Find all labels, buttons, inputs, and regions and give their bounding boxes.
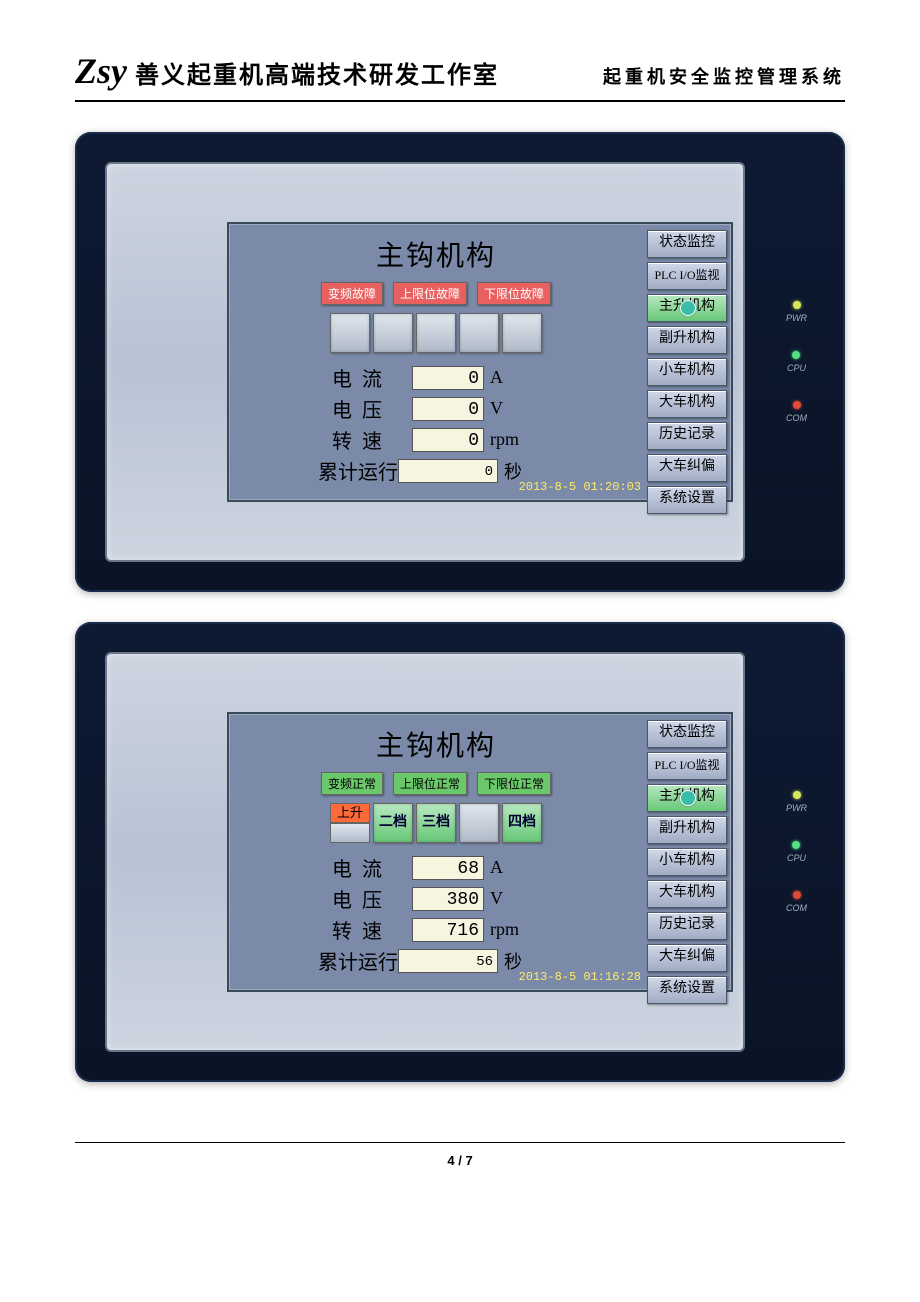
led-com-label: COM xyxy=(786,903,807,913)
screen: 主钩机构 变频正常 上限位正常 下限位正常 上升 二档 三档 xyxy=(227,712,733,992)
gear-5[interactable] xyxy=(502,313,542,353)
btn-cart[interactable]: 大车机构 xyxy=(647,880,727,908)
current-label: 电流 xyxy=(332,853,412,882)
btn-trolley[interactable]: 小车机构 xyxy=(647,848,727,876)
led-panel: PWR CPU COM xyxy=(786,791,807,913)
runtime-label: 累计运行 xyxy=(318,456,398,485)
system-name: 起重机安全监控管理系统 xyxy=(603,63,845,89)
btn-settings[interactable]: 系统设置 xyxy=(647,486,727,514)
voltage-unit: V xyxy=(484,888,540,909)
page-sep: / xyxy=(458,1153,462,1168)
voltage-label: 电压 xyxy=(332,884,412,913)
panel-title: 主钩机构 xyxy=(249,724,623,764)
gear-4[interactable]: 四档 xyxy=(502,803,542,843)
speed-label: 转速 xyxy=(332,425,412,454)
led-panel: PWR CPU COM xyxy=(786,301,807,423)
btn-cart-correction[interactable]: 大车纠偏 xyxy=(647,944,727,972)
screen: 主钩机构 变频故障 上限位故障 下限位故障 xyxy=(227,222,733,502)
alert-vfd-ok: 变频正常 xyxy=(321,772,383,795)
alert-lower-limit-fault: 下限位故障 xyxy=(477,282,551,305)
led-cpu-icon xyxy=(792,841,800,849)
speed-value: 0 xyxy=(412,428,484,452)
speed-label: 转速 xyxy=(332,915,412,944)
gear-1[interactable] xyxy=(330,313,370,353)
current-value: 68 xyxy=(412,856,484,880)
btn-history[interactable]: 历史记录 xyxy=(647,912,727,940)
studio-name: 善义起重机高端技术研发工作室 xyxy=(135,55,499,90)
btn-plc-io[interactable]: PLC I/O监视 xyxy=(647,262,727,290)
gear-4[interactable] xyxy=(459,313,499,353)
runtime-value: 56 xyxy=(398,949,498,973)
btn-status-monitor[interactable]: 状态监控 xyxy=(647,720,727,748)
hmi-device-1: 主钩机构 变频故障 上限位故障 下限位故障 xyxy=(75,132,845,592)
speed-value: 716 xyxy=(412,918,484,942)
voltage-value: 380 xyxy=(412,887,484,911)
btn-status-monitor[interactable]: 状态监控 xyxy=(647,230,727,258)
timestamp: 2013-8-5 01:16:28 xyxy=(519,970,641,984)
alert-upper-limit-fault: 上限位故障 xyxy=(393,282,467,305)
voltage-unit: V xyxy=(484,398,540,419)
led-com-label: COM xyxy=(786,413,807,423)
btn-main-hoist[interactable]: 主升机构 xyxy=(647,784,727,812)
btn-main-hoist[interactable]: 主升机构 xyxy=(647,294,727,322)
hmi-device-2: 主钩机构 变频正常 上限位正常 下限位正常 上升 二档 三档 xyxy=(75,622,845,1082)
voltage-value: 0 xyxy=(412,397,484,421)
page-total: 7 xyxy=(465,1153,472,1168)
page-current: 4 xyxy=(447,1153,454,1168)
runtime-value: 0 xyxy=(398,459,498,483)
readings-block: 电流 0 A 电压 0 V 转速 0 rpm xyxy=(249,363,623,485)
voltage-label: 电压 xyxy=(332,394,412,423)
logo: Zsy xyxy=(75,50,127,92)
current-label: 电流 xyxy=(332,363,412,392)
gear-3[interactable] xyxy=(416,313,456,353)
bezel: 主钩机构 变频故障 上限位故障 下限位故障 xyxy=(105,162,745,562)
gear-row xyxy=(249,313,623,353)
led-pwr-label: PWR xyxy=(786,803,807,813)
led-cpu-label: CPU xyxy=(787,853,806,863)
alert-row: 变频正常 上限位正常 下限位正常 xyxy=(249,772,623,795)
readings-block: 电流 68 A 电压 380 V 转速 716 rpm xyxy=(249,853,623,975)
btn-settings[interactable]: 系统设置 xyxy=(647,976,727,1004)
gear-3[interactable]: 三档 xyxy=(416,803,456,843)
side-menu: 状态监控 PLC I/O监视 主升机构 副升机构 小车机构 大车机构 历史记录 … xyxy=(647,230,727,514)
alert-row: 变频故障 上限位故障 下限位故障 xyxy=(249,282,623,305)
gear-2[interactable]: 二档 xyxy=(373,803,413,843)
btn-trolley[interactable]: 小车机构 xyxy=(647,358,727,386)
current-unit: A xyxy=(484,857,540,878)
led-cpu-label: CPU xyxy=(787,363,806,373)
side-menu: 状态监控 PLC I/O监视 主升机构 副升机构 小车机构 大车机构 历史记录 … xyxy=(647,720,727,1004)
alert-upper-limit-ok: 上限位正常 xyxy=(393,772,467,795)
led-pwr-label: PWR xyxy=(786,313,807,323)
btn-cart[interactable]: 大车机构 xyxy=(647,390,727,418)
led-cpu-icon xyxy=(792,351,800,359)
alert-vfd-fault: 变频故障 xyxy=(321,282,383,305)
current-unit: A xyxy=(484,367,540,388)
bezel: 主钩机构 变频正常 上限位正常 下限位正常 上升 二档 三档 xyxy=(105,652,745,1052)
btn-cart-correction[interactable]: 大车纠偏 xyxy=(647,454,727,482)
runtime-label: 累计运行 xyxy=(318,946,398,975)
timestamp: 2013-8-5 01:20:03 xyxy=(519,480,641,494)
gear-row: 上升 二档 三档 四档 xyxy=(249,803,623,843)
btn-aux-hoist[interactable]: 副升机构 xyxy=(647,326,727,354)
led-com-icon xyxy=(793,891,801,899)
panel-title: 主钩机构 xyxy=(249,234,623,274)
page-footer: 4 / 7 xyxy=(75,1142,845,1168)
led-pwr-icon xyxy=(793,301,801,309)
gear-blank[interactable] xyxy=(459,803,499,843)
speed-unit: rpm xyxy=(484,429,540,450)
current-value: 0 xyxy=(412,366,484,390)
page-header: Zsy 善义起重机高端技术研发工作室 起重机安全监控管理系统 xyxy=(75,50,845,102)
btn-history[interactable]: 历史记录 xyxy=(647,422,727,450)
alert-lower-limit-ok: 下限位正常 xyxy=(477,772,551,795)
led-pwr-icon xyxy=(793,791,801,799)
btn-plc-io[interactable]: PLC I/O监视 xyxy=(647,752,727,780)
led-com-icon xyxy=(793,401,801,409)
speed-unit: rpm xyxy=(484,919,540,940)
gear-direction[interactable]: 上升 xyxy=(330,803,370,843)
btn-aux-hoist[interactable]: 副升机构 xyxy=(647,816,727,844)
gear-2[interactable] xyxy=(373,313,413,353)
